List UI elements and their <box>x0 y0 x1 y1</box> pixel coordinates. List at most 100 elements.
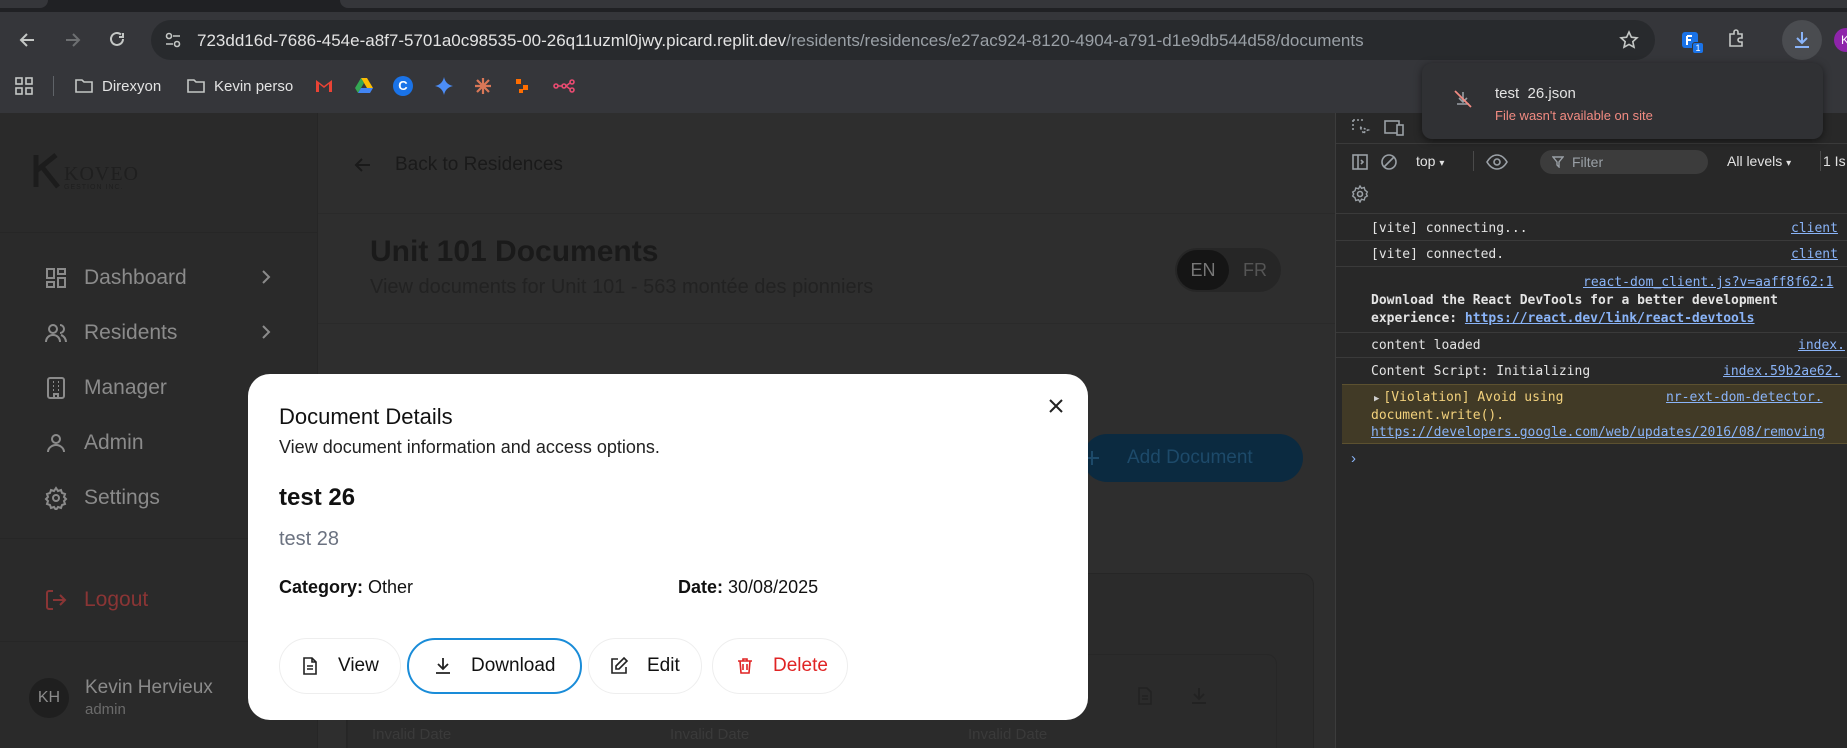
extension-icon[interactable]: 1 <box>1680 30 1704 54</box>
console-warning-text: document.write(). <box>1371 408 1505 423</box>
console-source-link[interactable]: react-dom_client.js?v=aaff8f62:1 <box>1583 275 1833 290</box>
sidebar-item-residents[interactable]: Residents <box>44 316 271 350</box>
make-icon[interactable] <box>514 77 532 95</box>
download-filename: test 26.json <box>1495 85 1576 102</box>
download-icon <box>436 658 450 674</box>
react-devtools-link[interactable]: https://react.dev/link/react-devtools <box>1465 311 1755 326</box>
document-description: test 28 <box>279 528 340 550</box>
gmail-icon[interactable] <box>314 78 334 94</box>
lang-en-button[interactable]: EN <box>1177 250 1229 290</box>
context-selector[interactable]: top ▾ <box>1416 153 1444 169</box>
sidebar-toggle-icon[interactable] <box>1351 153 1369 171</box>
close-icon[interactable] <box>1044 394 1068 418</box>
date-field: Date: 30/08/2025 <box>678 577 819 597</box>
grid-icon <box>46 268 66 288</box>
edit-button[interactable]: Edit <box>588 638 702 694</box>
claude-icon[interactable] <box>473 76 493 96</box>
koveo-logo <box>32 153 60 189</box>
address-bar[interactable]: 723dd16d-7686-454e-a8f7-5701a0c98535-00-… <box>151 20 1655 60</box>
violation-link[interactable]: https://developers.google.com/web/update… <box>1371 425 1825 440</box>
arrow-left-icon <box>354 158 370 172</box>
forward-icon[interactable] <box>56 24 88 56</box>
console-warning-text: ▶ [Violation] Avoid using <box>1374 390 1564 405</box>
expand-triangle-icon: ▶ <box>1374 394 1380 404</box>
add-document-button[interactable]: Add Document <box>1083 434 1303 482</box>
view-button[interactable]: View <box>279 638 401 694</box>
sidebar-item-manager[interactable]: Manager <box>44 371 167 405</box>
console-source-link[interactable]: client <box>1791 247 1838 262</box>
header-divider <box>318 213 1335 214</box>
file-icon[interactable] <box>1135 686 1155 706</box>
building-icon <box>47 377 65 399</box>
console-log-line: experience: https://react.dev/link/react… <box>1371 311 1755 326</box>
gemini-icon[interactable] <box>434 76 454 96</box>
console-log-line: Content Script: Initializing <box>1371 364 1591 379</box>
filter-input[interactable]: Filter <box>1540 150 1708 174</box>
profile-avatar[interactable]: K <box>1834 28 1847 52</box>
language-toggle: EN FR <box>1175 248 1281 292</box>
clear-console-icon[interactable] <box>1380 153 1398 171</box>
eye-icon[interactable] <box>1486 153 1508 171</box>
back-to-residences-button[interactable]: Back to Residences <box>353 145 563 185</box>
reload-icon[interactable] <box>101 24 133 56</box>
star-icon[interactable] <box>1619 30 1639 50</box>
apps-grid-icon[interactable] <box>14 74 42 98</box>
sidebar-item-admin[interactable]: Admin <box>44 426 144 460</box>
issues-counter[interactable]: 1 Is <box>1823 153 1846 169</box>
category-field: Category: Other <box>279 577 414 597</box>
c-bookmark-icon[interactable]: C <box>393 76 413 96</box>
site-info-icon[interactable] <box>163 30 183 50</box>
delete-button[interactable]: Delete <box>712 638 848 694</box>
card-date: Invalid Date <box>670 726 750 743</box>
users-icon <box>45 324 67 343</box>
card-date: Invalid Date <box>968 726 1048 743</box>
console-prompt-icon[interactable]: › <box>1351 450 1356 467</box>
console-log-line: content loaded <box>1371 338 1481 353</box>
document-details-dialog: Document Details View document informati… <box>248 374 1088 720</box>
console-log-line: Download the React DevTools for a better… <box>1371 293 1778 308</box>
url-text: 723dd16d-7686-454e-a8f7-5701a0c98535-00-… <box>197 31 1364 50</box>
logo-subtext: GESTION INC. <box>64 184 124 191</box>
console-log-line: [vite] connecting... <box>1371 221 1528 236</box>
bookmark-folder-kevin-perso[interactable]: Kevin perso <box>186 74 293 98</box>
page-title: Unit 101 Documents <box>370 235 659 268</box>
downloads-button[interactable] <box>1782 20 1822 60</box>
avatar: KH <box>29 678 69 718</box>
console-source-link[interactable]: index.59b2ae62. <box>1723 364 1840 379</box>
gear-icon <box>44 486 68 510</box>
dialog-description: View document information and access opt… <box>279 437 660 457</box>
chevron-right-icon <box>262 270 271 284</box>
bookmark-divider <box>53 76 54 96</box>
console-settings-gear-icon[interactable] <box>1351 185 1369 203</box>
user-name: Kevin Hervieux <box>85 677 213 698</box>
inspect-element-icon[interactable] <box>1351 118 1371 138</box>
log-levels-dropdown[interactable]: All levels ▾ <box>1727 153 1791 169</box>
download-failed-icon <box>1452 88 1474 110</box>
console-source-link[interactable]: index. <box>1798 338 1845 353</box>
logout-button[interactable]: Logout <box>44 583 148 617</box>
folder-icon <box>75 79 93 93</box>
device-toolbar-icon[interactable] <box>1383 118 1405 138</box>
sidebar-divider <box>0 232 318 233</box>
lang-fr-button[interactable]: FR <box>1231 250 1279 290</box>
filter-icon <box>1552 156 1564 168</box>
download-icon[interactable] <box>1189 686 1209 706</box>
back-icon[interactable] <box>12 24 44 56</box>
sidebar-item-settings[interactable]: Settings <box>44 481 160 515</box>
n8n-icon[interactable] <box>553 78 575 94</box>
download-button[interactable]: Download <box>407 638 582 694</box>
drive-icon[interactable] <box>354 77 374 95</box>
console-source-link[interactable]: client <box>1791 221 1838 236</box>
extensions-puzzle-icon[interactable] <box>1726 28 1748 50</box>
download-bubble[interactable]: test 26.json File wasn't available on si… <box>1422 63 1823 139</box>
extension-badge: 1 <box>1692 42 1704 54</box>
bookmark-folder-direxyon[interactable]: Direxyon <box>74 74 161 98</box>
logout-icon <box>46 590 67 610</box>
chevron-right-icon <box>262 325 271 339</box>
console-source-link[interactable]: nr-ext-dom-detector. <box>1666 390 1823 405</box>
sidebar-item-dashboard[interactable]: Dashboard <box>44 261 271 295</box>
header-divider <box>318 323 1335 324</box>
dialog-title: Document Details <box>279 404 453 429</box>
trash-icon <box>738 658 752 674</box>
page-subtitle: View documents for Unit 101 - 563 montée… <box>370 276 874 298</box>
